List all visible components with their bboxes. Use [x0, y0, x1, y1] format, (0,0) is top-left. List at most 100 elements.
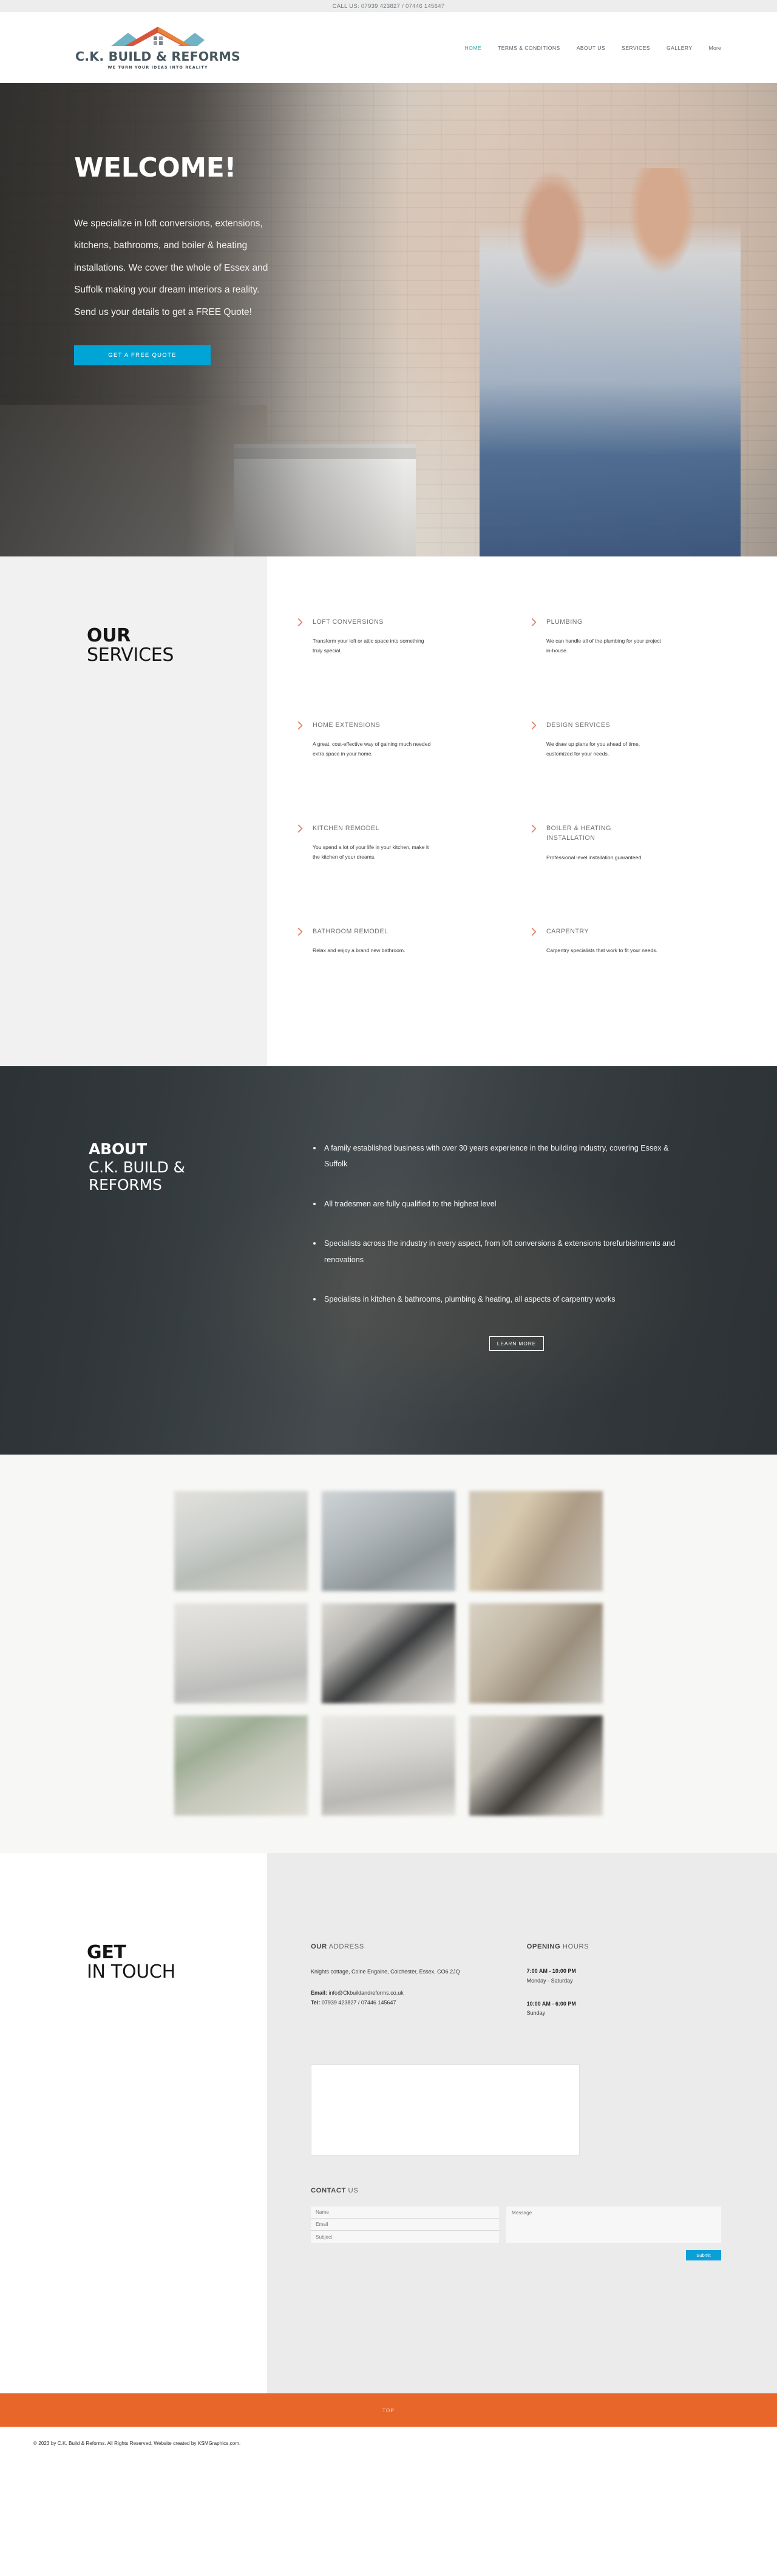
service-item-kitchen-remodel[interactable]: KITCHEN REMODEL You spend a lot of your …	[297, 823, 507, 927]
gallery-image-7[interactable]	[174, 1716, 308, 1816]
name-input[interactable]	[311, 2206, 499, 2219]
service-description: Transform your loft or attic space into …	[313, 638, 424, 654]
email-value: info@Ckbuildandreforms.co.uk	[327, 1989, 404, 1996]
chevron-right-icon	[297, 825, 303, 833]
nav-item-terms-and-conditions[interactable]: TERMS & CONDITIONS	[498, 45, 560, 51]
contact-heading: GET IN TOUCH	[87, 1942, 267, 1983]
nav-item-more[interactable]: More	[709, 45, 721, 51]
about-content: ABOUT C.K. BUILD & REFORMS A family esta…	[0, 1066, 777, 1351]
hero-section: WELCOME! We specialize in loft conversio…	[0, 83, 777, 556]
contact-info-columns: OUR ADDRESS Knights cottage, Colne Engai…	[311, 1943, 721, 2032]
service-description: You spend a lot of your life in your kit…	[313, 844, 429, 860]
nav-item-services[interactable]: SERVICES	[622, 45, 650, 51]
gallery-image-9[interactable]	[469, 1716, 603, 1816]
about-heading-light-line-1: C.K. BUILD &	[89, 1158, 185, 1176]
service-title: LOFT CONVERSIONS	[313, 618, 384, 626]
services-heading-panel: OUR SERVICES	[0, 556, 267, 1066]
learn-more-button[interactable]: LEARN MORE	[489, 1336, 544, 1351]
our-address-heading-bold: OUR	[311, 1943, 327, 1950]
gallery-grid	[174, 1491, 603, 1816]
about-bullet-item: Specialists in kitchen & bathrooms, plum…	[313, 1291, 690, 1307]
about-heading-bold: ABOUT	[89, 1140, 148, 1158]
back-to-top-label: TOP	[382, 2407, 395, 2413]
address-tel-line: Tel: 07939 423827 / 07446 145647	[311, 1998, 460, 2008]
service-item-bathroom-remodel[interactable]: BATHROOM REMODEL Relax and enjoy a brand…	[297, 927, 507, 1030]
services-heading-light: SERVICES	[87, 644, 174, 666]
message-textarea[interactable]	[506, 2206, 721, 2243]
our-address-heading-light: ADDRESS	[327, 1943, 364, 1950]
main-navigation: HOME TERMS & CONDITIONS ABOUT US SERVICE…	[464, 45, 721, 51]
contact-section: GET IN TOUCH OUR ADDRESS Knights cottage…	[0, 1853, 777, 2393]
service-item-plumbing[interactable]: PLUMBING We can handle all of the plumbi…	[531, 617, 741, 720]
gallery-image-3[interactable]	[469, 1491, 603, 1591]
nav-item-about-us[interactable]: ABOUT US	[577, 45, 605, 51]
about-heading: ABOUT C.K. BUILD & REFORMS	[89, 1140, 271, 1351]
service-title: BATHROOM REMODEL	[313, 928, 388, 935]
services-section: OUR SERVICES LOFT CONVERSIONS Transform …	[0, 556, 777, 1066]
service-item-carpentry[interactable]: CARPENTRY Carpentry specialists that wor…	[531, 927, 741, 1030]
contact-heading-bold: GET	[87, 1942, 126, 1963]
contact-us-form-heading: CONTACT US	[311, 2187, 721, 2194]
submit-row: Submit	[311, 2250, 721, 2260]
gallery-image-5[interactable]	[322, 1603, 455, 1703]
hero-description: We specialize in loft conversions, exten…	[74, 218, 268, 317]
gallery-section	[0, 1455, 777, 1853]
gallery-image-1[interactable]	[174, 1491, 308, 1591]
about-right-column: A family established business with over …	[271, 1140, 690, 1351]
chevron-right-icon	[297, 928, 303, 936]
service-item-boiler-and-heating-installation[interactable]: BOILER & HEATING INSTALLATION Profession…	[531, 823, 741, 927]
contact-us-heading-bold: CONTACT	[311, 2187, 346, 2194]
service-description: We draw up plans for you ahead of time, …	[546, 741, 640, 757]
service-description: Professional level installation guarante…	[546, 854, 643, 860]
services-grid: LOFT CONVERSIONS Transform your loft or …	[267, 556, 777, 1066]
chevron-right-icon	[531, 618, 537, 626]
gallery-image-6[interactable]	[469, 1603, 603, 1703]
tel-value: 07939 423827 / 07446 145647	[320, 2000, 396, 2006]
service-item-design-services[interactable]: DESIGN SERVICES We draw up plans for you…	[531, 720, 741, 823]
nav-item-gallery[interactable]: GALLERY	[667, 45, 693, 51]
map-embed[interactable]	[311, 2064, 580, 2155]
chevron-right-icon	[531, 928, 537, 936]
service-title: HOME EXTENSIONS	[313, 722, 381, 729]
service-title: CARPENTRY	[546, 928, 589, 935]
address-lines: Knights cottage, Colne Engaine, Colchest…	[311, 1969, 460, 1975]
back-to-top-bar[interactable]: TOP	[0, 2393, 777, 2427]
service-item-home-extensions[interactable]: HOME EXTENSIONS A great, cost-effective …	[297, 720, 507, 823]
gallery-image-8[interactable]	[322, 1716, 455, 1816]
chevron-right-icon	[531, 722, 537, 729]
tel-label: Tel:	[311, 2000, 321, 2006]
hours-time: 10:00 AM - 6:00 PM	[526, 2000, 576, 2007]
email-input[interactable]	[311, 2219, 499, 2231]
site-logo[interactable]: C.K. BUILD & REFORMS WE TURN YOUR IDEAS …	[75, 25, 240, 70]
contact-details-panel: OUR ADDRESS Knights cottage, Colne Engai…	[267, 1853, 777, 2393]
about-heading-light-line-2: REFORMS	[89, 1176, 162, 1194]
contact-heading-panel: GET IN TOUCH	[0, 1853, 267, 2393]
submit-button[interactable]: Submit	[686, 2250, 721, 2260]
top-contact-bar: CALL US: 07939 423827 / 07446 145647	[0, 0, 777, 12]
service-title: DESIGN SERVICES	[546, 722, 611, 729]
service-item-loft-conversions[interactable]: LOFT CONVERSIONS Transform your loft or …	[297, 617, 507, 720]
site-header: C.K. BUILD & REFORMS WE TURN YOUR IDEAS …	[0, 12, 777, 83]
contact-form	[311, 2206, 721, 2243]
house-roof-logo-icon	[111, 27, 205, 47]
opening-hours-heading-bold: OPENING	[526, 1943, 561, 1950]
chevron-right-icon	[531, 825, 537, 833]
opening-hours-heading-light: HOURS	[560, 1943, 589, 1950]
footer-copyright-bar: © 2023 by C.K. Build & Reforms. All Righ…	[0, 2427, 777, 2460]
service-title: BOILER & HEATING INSTALLATION	[546, 825, 611, 842]
about-bullet-item: Specialists across the industry in every…	[313, 1236, 690, 1268]
get-a-free-quote-button[interactable]: GET A FREE QUOTE	[74, 345, 211, 366]
opening-hours-block: OPENING HOURS 7:00 AM - 10:00 PM Monday …	[527, 1943, 589, 2032]
hours-days: Monday - Saturday	[526, 1977, 573, 1984]
gallery-image-2[interactable]	[322, 1491, 455, 1591]
our-address-block: OUR ADDRESS Knights cottage, Colne Engai…	[311, 1943, 460, 2032]
hours-days: Sunday	[526, 2010, 546, 2017]
subject-input[interactable]	[311, 2231, 499, 2243]
services-heading: OUR SERVICES	[87, 626, 267, 666]
copyright-text: © 2023 by C.K. Build & Reforms. All Righ…	[33, 2441, 241, 2446]
service-title: KITCHEN REMODEL	[313, 825, 380, 832]
contact-form-fields	[311, 2206, 499, 2243]
gallery-image-4[interactable]	[174, 1603, 308, 1703]
nav-item-home[interactable]: HOME	[464, 45, 481, 51]
service-description: A great, cost-effective way of gaining m…	[313, 741, 431, 757]
